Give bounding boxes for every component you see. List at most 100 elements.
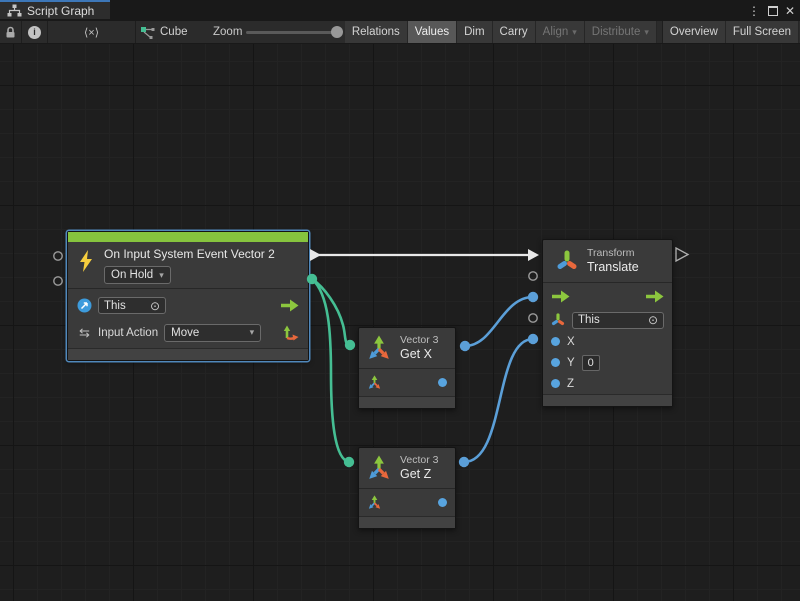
overview-button[interactable]: Overview [663, 21, 726, 43]
wire-endpoint [344, 457, 354, 467]
tab-script-graph[interactable]: Script Graph [0, 0, 110, 19]
values-label: Values [415, 26, 449, 38]
wire-endpoint [345, 340, 355, 350]
wire-vector2-to-getx[interactable] [312, 279, 350, 345]
zoom-label: Zoom [213, 21, 242, 43]
zoom-slider-handle[interactable] [331, 26, 343, 38]
node-transform-translate[interactable]: Transform Translate [542, 239, 673, 407]
vector2-output-port[interactable] [283, 325, 299, 341]
transform-y-row: Y 0 [543, 352, 672, 373]
event-color-bar [68, 232, 308, 242]
flow-output-port[interactable] [280, 299, 299, 312]
align-button[interactable]: Align ▾ [536, 21, 585, 43]
graph-breadcrumb[interactable]: Cube [140, 21, 188, 43]
port-z[interactable] [551, 379, 560, 388]
wire-getx-to-x[interactable] [465, 297, 533, 346]
port-x-label: X [567, 336, 575, 348]
port-y-label: Y [567, 357, 575, 369]
code-preview-button[interactable]: ⟨×⟩ [48, 21, 135, 43]
transform-target-field[interactable]: This ⊙ [572, 312, 664, 329]
port-y-value-field[interactable]: 0 [582, 355, 600, 371]
maximize-icon [768, 6, 778, 16]
chevron-down-icon: ▾ [159, 270, 164, 281]
window-close-button[interactable]: ✕ [782, 0, 798, 21]
event-input-action-row: ⇆ Input Action Move ▾ [68, 319, 308, 346]
get-x-category: Vector 3 [400, 334, 439, 347]
get-z-port-row [359, 488, 455, 516]
code-icon: ⟨×⟩ [84, 26, 99, 39]
align-label: Align [543, 26, 569, 38]
dim-button[interactable]: Dim [457, 21, 492, 43]
dim-label: Dim [464, 26, 484, 38]
event-mode-dropdown[interactable]: On Hold ▾ [104, 266, 171, 284]
wire-endpoint [528, 334, 538, 344]
wire-endpoint [528, 292, 538, 302]
window-menu-button[interactable]: ⋮ [746, 0, 762, 21]
window-maximize-button[interactable] [764, 0, 782, 21]
tab-bar: Script Graph ⋮ ✕ [0, 0, 800, 21]
full-screen-button[interactable]: Full Screen [726, 21, 799, 43]
vector3-input-port[interactable] [367, 375, 382, 390]
distribute-label: Distribute [592, 26, 641, 38]
transform-z-row: Z [543, 373, 672, 394]
get-x-output-port[interactable] [438, 378, 447, 387]
graph-canvas[interactable]: On Input System Event Vector 2 On Hold ▾… [0, 44, 800, 601]
transform-target-value: This [578, 314, 600, 326]
transform-category: Transform [587, 247, 639, 260]
empty-port-ring[interactable] [54, 252, 62, 260]
node-footer [359, 396, 455, 408]
node-vector3-get-x[interactable]: Vector 3 Get X [358, 327, 456, 409]
get-z-output-port[interactable] [438, 498, 447, 507]
event-mode-value: On Hold [111, 269, 153, 281]
relations-button[interactable]: Relations [345, 21, 408, 43]
node-vector3-get-z[interactable]: Vector 3 Get Z [358, 447, 456, 529]
get-x-port-row [359, 368, 455, 396]
get-z-header: Vector 3 Get Z [359, 448, 455, 488]
transform-node-ports: This ⊙ X Y 0 Z [543, 282, 672, 394]
transform-title: Translate [587, 260, 639, 275]
zoom-slider-track[interactable] [246, 31, 338, 34]
event-target-row: This ⊙ [68, 292, 308, 319]
transform-target-row: This ⊙ [543, 309, 672, 331]
flow-input-port[interactable] [551, 290, 570, 303]
wire-vector2-to-getz[interactable] [312, 279, 349, 462]
carry-label: Carry [500, 26, 528, 38]
event-target-field[interactable]: This ⊙ [98, 297, 166, 314]
chevron-down-icon: ▾ [572, 27, 577, 38]
transform-icon [556, 250, 578, 272]
node-footer [68, 348, 308, 360]
event-target-value: This [104, 300, 126, 312]
wire-endpoint [460, 341, 470, 351]
info-button[interactable]: i [22, 21, 47, 43]
get-z-title: Get Z [400, 467, 439, 482]
empty-port-ring[interactable] [54, 277, 62, 285]
hierarchy-icon [7, 4, 22, 17]
carry-button[interactable]: Carry [493, 21, 536, 43]
toolbar-separator [135, 21, 136, 43]
chevron-down-icon: ▾ [250, 327, 255, 338]
input-action-dropdown[interactable]: Move ▾ [164, 324, 261, 342]
event-node-ports: This ⊙ ⇆ Input Action Move ▾ [68, 288, 308, 348]
wire-getz-to-z[interactable] [464, 339, 533, 462]
port-x[interactable] [551, 337, 560, 346]
vector3-input-port[interactable] [367, 495, 382, 510]
close-icon: ✕ [785, 4, 795, 18]
wire-endpoint [459, 457, 469, 467]
empty-port-ring[interactable] [529, 314, 537, 322]
values-button[interactable]: Values [408, 21, 457, 43]
flow-wire-end-arrow [528, 249, 539, 261]
full-screen-label: Full Screen [733, 26, 791, 38]
node-on-input-system-event[interactable]: On Input System Event Vector 2 On Hold ▾… [67, 231, 309, 361]
empty-flow-port-triangle[interactable] [676, 248, 688, 261]
distribute-button[interactable]: Distribute ▾ [585, 21, 657, 43]
empty-port-ring[interactable] [529, 272, 537, 280]
port-y[interactable] [551, 358, 560, 367]
graph-name: Cube [160, 26, 188, 38]
lock-button[interactable] [0, 21, 21, 43]
overview-label: Overview [670, 26, 718, 38]
flow-output-port[interactable] [645, 290, 664, 303]
vector3-icon [366, 455, 392, 481]
graph-toolbar: i ⟨×⟩ Cube Zoom 1x Relations Values [0, 21, 800, 44]
flow-wire-start-arrow [310, 249, 321, 261]
event-node-header: On Input System Event Vector 2 On Hold ▾ [68, 242, 308, 288]
